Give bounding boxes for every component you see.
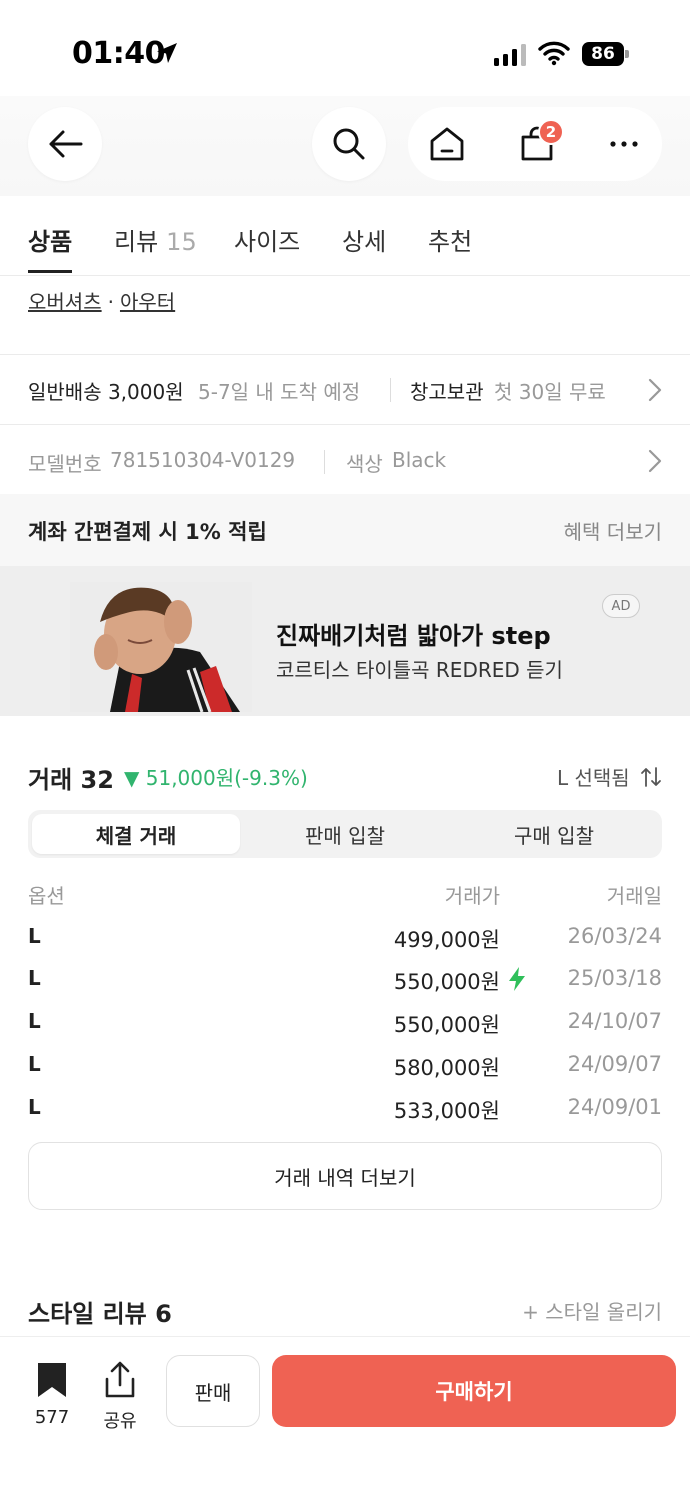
benefit-more-link[interactable]: 혜택 더보기	[564, 516, 662, 545]
tab-product[interactable]: 상품	[28, 222, 72, 257]
share-button[interactable]: 공유	[100, 1361, 140, 1433]
search-icon	[333, 128, 365, 160]
segment-executed[interactable]: 체결 거래	[32, 814, 240, 854]
tab-detail[interactable]: 상세	[342, 222, 386, 257]
model-label: 모델번호	[28, 452, 102, 476]
home-icon[interactable]	[428, 125, 466, 163]
cart-badge: 2	[538, 119, 564, 145]
signal-icon	[494, 44, 526, 66]
ad-subtitle: 코르티스 타이틀곡 REDRED 듣기	[276, 658, 563, 682]
share-label: 공유	[103, 1411, 137, 1432]
battery-indicator: 86	[582, 42, 624, 66]
breadcrumb-separator: ·	[107, 290, 114, 314]
status-bar: 01:40 86	[0, 0, 690, 108]
shipping-divider	[390, 378, 391, 402]
style-upload-link[interactable]: + 스타일 올리기	[522, 1296, 662, 1325]
table-row: L 580,000원 24/09/07	[0, 1052, 690, 1094]
back-arrow-icon	[49, 130, 83, 158]
row-price: 550,000원	[393, 1013, 500, 1037]
search-button[interactable]	[312, 107, 386, 181]
location-arrow-icon	[157, 43, 177, 63]
tab-review-label: 리뷰	[114, 228, 159, 256]
row-option: L	[28, 966, 41, 990]
storage-value: 첫 30일 무료	[494, 380, 606, 404]
row-price: 499,000원	[393, 928, 500, 952]
row-price: 580,000원	[393, 1056, 500, 1080]
share-icon	[105, 1361, 135, 1398]
sort-icon	[641, 767, 661, 787]
row-price: 550,000원	[393, 970, 500, 994]
divider	[0, 354, 690, 355]
ad-image	[70, 582, 252, 712]
row-option: L	[28, 1052, 41, 1076]
product-tabs: 상품 리뷰 15 사이즈 상세 추천	[0, 196, 690, 276]
lightning-icon	[509, 967, 525, 991]
benefit-banner[interactable]: 계좌 간편결제 시 1% 적립 혜택 더보기	[0, 494, 690, 566]
column-date: 거래일	[606, 884, 662, 908]
wifi-icon	[538, 41, 570, 66]
column-price: 거래가	[444, 884, 500, 908]
tab-recommend[interactable]: 추천	[428, 222, 472, 257]
table-row: L 550,000원 24/10/07	[0, 1009, 690, 1051]
row-date: 24/09/01	[567, 1095, 662, 1119]
divider	[0, 424, 690, 425]
style-review-title: 스타일 리뷰 6	[28, 1300, 172, 1328]
row-date: 25/03/18	[567, 966, 662, 990]
segment-sell-bids[interactable]: 판매 입찰	[241, 814, 449, 854]
ad-badge: AD	[602, 594, 640, 618]
row-price: 533,000원	[393, 1099, 500, 1123]
trade-history-more-button[interactable]: 거래 내역 더보기	[28, 1142, 662, 1210]
trade-change-arrow: ▼	[124, 766, 140, 790]
bottom-action-bar: 577 공유 판매 구매하기	[0, 1336, 690, 1500]
back-button[interactable]	[28, 107, 102, 181]
chevron-right-icon	[648, 378, 662, 402]
table-row: L 550,000원 25/03/18	[0, 966, 690, 1008]
color-label: 색상	[346, 452, 383, 476]
row-option: L	[28, 1009, 41, 1033]
row-date: 24/10/07	[567, 1009, 662, 1033]
ad-banner[interactable]: 진짜배기처럼 밟아가 step 코르티스 타이틀곡 REDRED 듣기 AD	[0, 566, 690, 716]
battery-tip	[625, 50, 629, 58]
table-row: L 533,000원 24/09/01	[0, 1095, 690, 1137]
more-icon[interactable]	[608, 131, 640, 157]
row-date: 26/03/24	[567, 924, 662, 948]
tab-review-count: 15	[166, 228, 197, 256]
breadcrumb: 오버셔츠 · 아우터	[28, 286, 175, 315]
color-value: Black	[392, 448, 447, 472]
trade-change: ▼ 51,000원(-9.3%)	[124, 762, 308, 791]
category-link-secondary[interactable]: 아우터	[120, 290, 175, 314]
category-link-primary[interactable]: 오버셔츠	[28, 290, 102, 314]
row-option: L	[28, 1095, 41, 1119]
shipping-eta: 5-7일 내 도착 예정	[198, 380, 361, 404]
buy-button[interactable]: 구매하기	[272, 1355, 676, 1427]
chevron-right-icon	[648, 449, 662, 473]
bookmark-button[interactable]: 577	[32, 1361, 72, 1428]
size-selected-label: L 선택됨	[556, 766, 630, 790]
model-divider	[324, 450, 325, 474]
trade-title: 거래 32	[28, 766, 114, 794]
bookmark-icon	[38, 1363, 66, 1397]
tab-review[interactable]: 리뷰 15	[114, 222, 197, 257]
row-date: 24/09/07	[567, 1052, 662, 1076]
column-option: 옵션	[28, 884, 65, 908]
status-time: 01:40	[72, 36, 166, 71]
table-row: L 499,000원 26/03/24	[0, 924, 690, 966]
benefit-title: 계좌 간편결제 시 1% 적립	[28, 520, 267, 544]
row-option: L	[28, 924, 41, 948]
trade-change-value: 51,000원(-9.3%)	[145, 766, 308, 790]
trade-segment-control: 체결 거래 판매 입찰 구매 입찰	[28, 810, 662, 858]
segment-buy-bids[interactable]: 구매 입찰	[450, 814, 658, 854]
model-number: 781510304-V0129	[110, 448, 296, 472]
storage-label: 창고보관	[410, 380, 484, 404]
sell-button[interactable]: 판매	[166, 1355, 260, 1427]
shipping-label: 일반배송 3,000원	[28, 380, 184, 404]
active-tab-indicator	[28, 270, 72, 273]
tab-size[interactable]: 사이즈	[234, 222, 300, 257]
ad-title: 진짜배기처럼 밟아가 step	[276, 622, 551, 650]
size-selector[interactable]: L 선택됨	[557, 762, 662, 791]
bookmark-count: 577	[34, 1407, 70, 1428]
header-actions: 2	[408, 107, 662, 181]
